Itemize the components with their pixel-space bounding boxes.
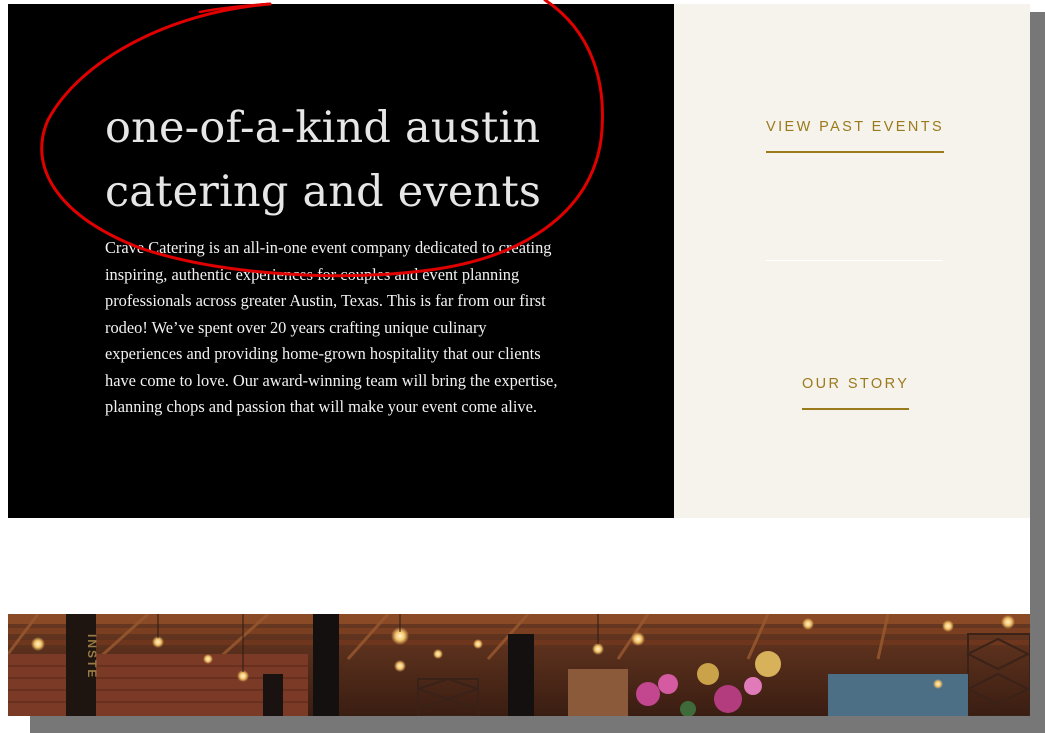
hero-title-line-2: catering and events (105, 167, 542, 217)
venue-photo-illustration: INSTE (8, 614, 1030, 716)
our-story-underline (802, 408, 910, 410)
view-past-events-link[interactable]: VIEW PAST EVENTS (766, 119, 945, 153)
page: one-of-a-kind austin catering and events… (8, 0, 1030, 716)
intro-paragraph: Crave Catering is an all-in-one event co… (105, 238, 558, 416)
our-story-link[interactable]: OUR STORY (802, 376, 910, 410)
frame-shadow-bottom (30, 716, 1045, 733)
side-links-panel: VIEW PAST EVENTS OUR STORY (674, 4, 1030, 518)
intro-panel: one-of-a-kind austin catering and events… (8, 4, 674, 518)
vertical-sign-text: INSTE (85, 634, 99, 679)
our-story-label: OUR STORY (802, 376, 910, 392)
view-past-events-label: VIEW PAST EVENTS (766, 119, 945, 135)
side-divider (766, 260, 942, 261)
venue-interior-photo: INSTE (8, 614, 1030, 716)
hero-title: one-of-a-kind austin catering and events (105, 96, 541, 224)
frame-shadow-right (1030, 12, 1045, 733)
view-past-events-underline (766, 151, 945, 153)
hero-title-line-1: one-of-a-kind austin (105, 103, 541, 153)
